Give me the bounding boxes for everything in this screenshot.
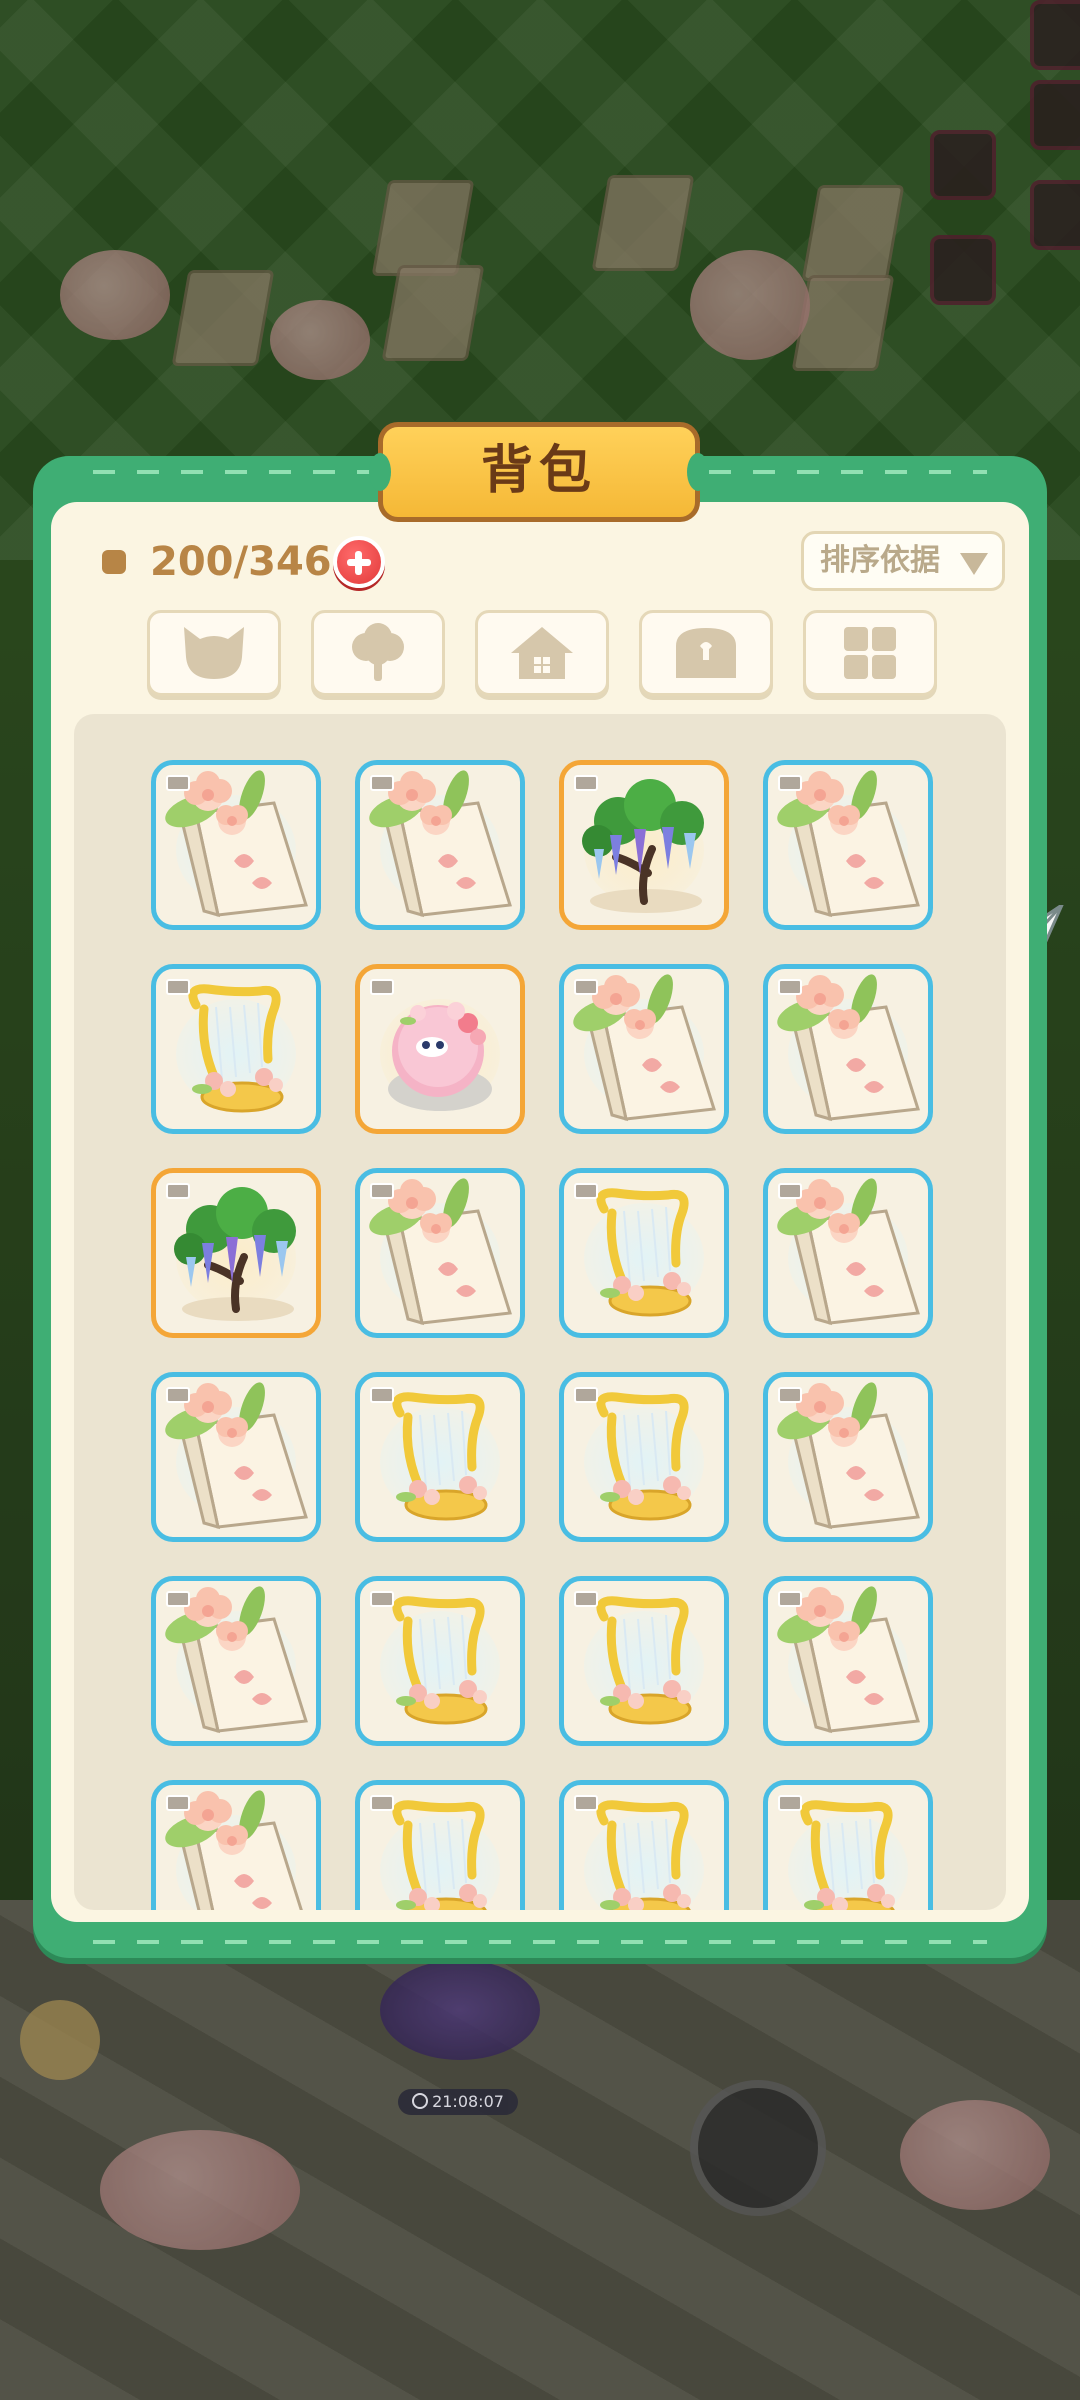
inventory-slot[interactable]	[763, 1780, 933, 1910]
chevron-down-icon	[960, 553, 988, 575]
sort-label: 排序依据	[820, 543, 940, 578]
inventory-slot[interactable]	[763, 964, 933, 1134]
sort-dropdown[interactable]: 排序依据	[801, 531, 1005, 591]
tab-all[interactable]	[803, 610, 937, 696]
capacity-count: 200/346	[150, 539, 332, 585]
item-tag-icon	[166, 1591, 190, 1607]
capacity-icon	[102, 550, 126, 574]
clock-icon	[412, 2093, 429, 2109]
tree-icon	[352, 623, 404, 681]
item-tag-icon	[778, 775, 802, 791]
inventory-slot[interactable]	[355, 1372, 525, 1542]
item-tag-icon	[778, 1591, 802, 1607]
cat-head-icon	[184, 627, 244, 679]
item-tag-icon	[778, 1183, 802, 1199]
expand-capacity-button[interactable]	[333, 536, 385, 588]
inventory-slot[interactable]	[151, 1780, 321, 1910]
item-tag-icon	[370, 775, 394, 791]
timer-text: 21:08:07	[432, 2092, 504, 2111]
inventory-slot[interactable]	[355, 964, 525, 1134]
inventory-slot[interactable]	[763, 1576, 933, 1746]
item-tag-icon	[778, 1387, 802, 1403]
inventory-slot[interactable]	[763, 1372, 933, 1542]
tab-chest[interactable]	[639, 610, 773, 696]
item-tag-icon	[370, 979, 394, 995]
tab-plant[interactable]	[311, 610, 445, 696]
countdown-timer: 21:08:07	[398, 2089, 518, 2115]
inventory-slot[interactable]	[151, 1576, 321, 1746]
item-tag-icon	[166, 1387, 190, 1403]
panel-trim	[93, 1940, 987, 1944]
inventory-slot[interactable]	[151, 1168, 321, 1338]
item-tag-icon	[370, 1183, 394, 1199]
inventory-slot[interactable]	[559, 964, 729, 1134]
inventory-slot[interactable]	[559, 1168, 729, 1338]
item-tag-icon	[574, 1387, 598, 1403]
item-tag-icon	[166, 1183, 190, 1199]
item-tag-icon	[574, 1795, 598, 1811]
treasure-chest-icon	[676, 628, 736, 678]
item-tag-icon	[166, 979, 190, 995]
item-tag-icon	[574, 775, 598, 791]
inventory-slot[interactable]	[355, 1576, 525, 1746]
tab-building[interactable]	[475, 610, 609, 696]
inventory-slot[interactable]	[151, 760, 321, 930]
item-tag-icon	[574, 1183, 598, 1199]
inventory-slot[interactable]	[151, 1372, 321, 1542]
inventory-slot[interactable]	[763, 1168, 933, 1338]
inventory-slot[interactable]	[355, 760, 525, 930]
item-tag-icon	[370, 1795, 394, 1811]
item-tag-icon	[574, 1591, 598, 1607]
inventory-slot[interactable]	[355, 1168, 525, 1338]
inventory-grid	[74, 714, 1006, 1910]
item-tag-icon	[370, 1591, 394, 1607]
item-tag-icon	[370, 1387, 394, 1403]
item-tag-icon	[574, 979, 598, 995]
backpack-title: 背包	[369, 422, 709, 522]
inventory-slot[interactable]	[151, 964, 321, 1134]
house-icon	[511, 627, 573, 679]
item-tag-icon	[166, 1795, 190, 1811]
inventory-slot[interactable]	[355, 1780, 525, 1910]
inventory-slot[interactable]	[559, 1576, 729, 1746]
item-tag-icon	[778, 979, 802, 995]
item-tag-icon	[166, 775, 190, 791]
grid-squares-icon	[844, 627, 896, 679]
inventory-slot[interactable]	[559, 760, 729, 930]
inventory-slot[interactable]	[763, 760, 933, 930]
inventory-slot[interactable]	[559, 1780, 729, 1910]
tab-pet[interactable]	[147, 610, 281, 696]
inventory-slot[interactable]	[559, 1372, 729, 1542]
item-tag-icon	[778, 1795, 802, 1811]
